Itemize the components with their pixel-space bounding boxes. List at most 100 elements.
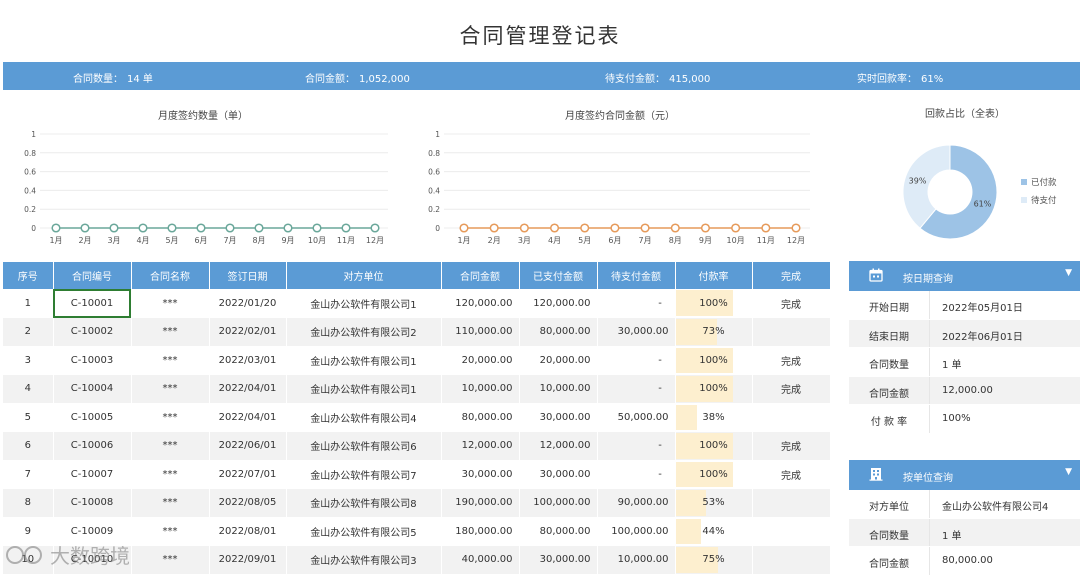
col-header-amount[interactable]: 合同金额 [441, 262, 520, 289]
cell-amount[interactable]: 40,000.00 [441, 545, 520, 575]
cell-rate[interactable]: 38% [675, 403, 753, 432]
col-header-date[interactable]: 签订日期 [209, 262, 287, 289]
cell-date[interactable]: 2022/08/01 [209, 517, 287, 546]
cell-no[interactable]: 3 [3, 346, 54, 375]
cell-party[interactable]: 金山办公软件有限公司2 [286, 317, 442, 347]
cell-done[interactable]: 完成 [752, 431, 831, 461]
cell-paid[interactable]: 80,000.00 [519, 517, 598, 546]
cell-name[interactable]: *** [131, 317, 210, 347]
cell-amount[interactable]: 180,000.00 [441, 517, 520, 546]
cell-done[interactable]: 完成 [752, 346, 831, 375]
query-value[interactable]: 80,000.00 [942, 555, 993, 566]
table-row[interactable]: 2 C-10002 *** 2022/02/01 金山办公软件有限公司2 110,000.… [3, 317, 831, 347]
cell-done[interactable] [752, 545, 831, 575]
cell-code[interactable]: C-10006 [53, 431, 132, 461]
cell-paid[interactable]: 12,000.00 [519, 431, 598, 461]
cell-amount[interactable]: 80,000.00 [441, 403, 520, 432]
cell-code[interactable]: C-10007 [53, 460, 132, 489]
table-row[interactable]: 7 C-10007 *** 2022/07/01 金山办公软件有限公司7 30,000.0… [3, 460, 831, 489]
cell-pending[interactable]: - [597, 460, 676, 489]
cell-pending[interactable]: 100,000.00 [597, 517, 676, 546]
cell-amount[interactable]: 30,000.00 [441, 460, 520, 489]
cell-party[interactable]: 金山办公软件有限公司8 [286, 488, 442, 518]
col-header-done[interactable]: 完成 [752, 262, 831, 289]
cell-name[interactable]: *** [131, 289, 210, 318]
cell-date[interactable]: 2022/07/01 [209, 460, 287, 489]
query-value[interactable]: 2022年05月01日 [942, 299, 1023, 314]
cell-done[interactable]: 完成 [752, 374, 831, 404]
cell-paid[interactable]: 80,000.00 [519, 317, 598, 347]
cell-party[interactable]: 金山办公软件有限公司4 [286, 403, 442, 432]
cell-name[interactable]: *** [131, 403, 210, 432]
cell-date[interactable]: 2022/04/01 [209, 374, 287, 404]
cell-done[interactable]: 完成 [752, 460, 831, 489]
cell-pending[interactable]: 30,000.00 [597, 317, 676, 347]
cell-done[interactable] [752, 317, 831, 347]
query-value[interactable]: 100% [942, 413, 971, 424]
cell-pending[interactable]: - [597, 431, 676, 461]
cell-party[interactable]: 金山办公软件有限公司6 [286, 431, 442, 461]
cell-rate[interactable]: 53% [675, 488, 753, 518]
cell-paid[interactable]: 10,000.00 [519, 374, 598, 404]
cell-paid[interactable]: 30,000.00 [519, 545, 598, 575]
table-row[interactable]: 8 C-10008 *** 2022/08/05 金山办公软件有限公司8 190,000.… [3, 488, 831, 518]
cell-no[interactable]: 4 [3, 374, 54, 404]
cell-pending[interactable]: - [597, 289, 676, 318]
cell-name[interactable]: *** [131, 545, 210, 575]
col-header-code[interactable]: 合同编号 [53, 262, 132, 289]
cell-name[interactable]: *** [131, 488, 210, 518]
cell-paid[interactable]: 120,000.00 [519, 289, 598, 318]
cell-no[interactable]: 8 [3, 488, 54, 518]
cell-done[interactable] [752, 488, 831, 518]
cell-party[interactable]: 金山办公软件有限公司1 [286, 289, 442, 318]
cell-done[interactable] [752, 403, 831, 432]
col-header-no[interactable]: 序号 [3, 262, 54, 289]
query-value[interactable]: 2022年06月01日 [942, 328, 1023, 343]
cell-date[interactable]: 2022/02/01 [209, 317, 287, 347]
cell-name[interactable]: *** [131, 346, 210, 375]
cell-no[interactable]: 1 [3, 289, 54, 318]
cell-name[interactable]: *** [131, 517, 210, 546]
col-header-pending[interactable]: 待支付金额 [597, 262, 676, 289]
cell-amount[interactable]: 110,000.00 [441, 317, 520, 347]
cell-party[interactable]: 金山办公软件有限公司7 [286, 460, 442, 489]
cell-paid[interactable]: 30,000.00 [519, 403, 598, 432]
dropdown-arrow-icon[interactable]: ▼ [1065, 467, 1072, 477]
cell-code[interactable]: C-10004 [53, 374, 132, 404]
cell-date[interactable]: 2022/03/01 [209, 346, 287, 375]
cell-code[interactable]: C-10001 [53, 289, 132, 318]
cell-amount[interactable]: 10,000.00 [441, 374, 520, 404]
cell-paid[interactable]: 100,000.00 [519, 488, 598, 518]
cell-done[interactable] [752, 517, 831, 546]
cell-name[interactable]: *** [131, 431, 210, 461]
cell-pending[interactable]: - [597, 346, 676, 375]
cell-rate[interactable]: 73% [675, 317, 753, 347]
cell-party[interactable]: 金山办公软件有限公司5 [286, 517, 442, 546]
cell-rate[interactable]: 44% [675, 517, 753, 546]
cell-paid[interactable]: 30,000.00 [519, 460, 598, 489]
query-value[interactable]: 金山办公软件有限公司4 [942, 498, 1048, 513]
cell-amount[interactable]: 190,000.00 [441, 488, 520, 518]
cell-no[interactable]: 6 [3, 431, 54, 461]
cell-rate[interactable]: 75% [675, 545, 753, 575]
cell-rate[interactable]: 100% [675, 346, 753, 375]
table-row[interactable]: 5 C-10005 *** 2022/04/01 金山办公软件有限公司4 80,000.0… [3, 403, 831, 432]
cell-date[interactable]: 2022/06/01 [209, 431, 287, 461]
cell-party[interactable]: 金山办公软件有限公司3 [286, 545, 442, 575]
cell-rate[interactable]: 100% [675, 374, 753, 404]
unit-query-header[interactable]: 按单位查询 ▼ [849, 460, 1080, 490]
cell-party[interactable]: 金山办公软件有限公司1 [286, 346, 442, 375]
cell-code[interactable]: C-10002 [53, 317, 132, 347]
cell-code[interactable]: C-10005 [53, 403, 132, 432]
cell-date[interactable]: 2022/04/01 [209, 403, 287, 432]
cell-pending[interactable]: 10,000.00 [597, 545, 676, 575]
cell-date[interactable]: 2022/01/20 [209, 289, 287, 318]
cell-name[interactable]: *** [131, 460, 210, 489]
cell-pending[interactable]: - [597, 374, 676, 404]
cell-pending[interactable]: 90,000.00 [597, 488, 676, 518]
cell-amount[interactable]: 12,000.00 [441, 431, 520, 461]
table-row[interactable]: 4 C-10004 *** 2022/04/01 金山办公软件有限公司1 10,000.0… [3, 374, 831, 404]
cell-party[interactable]: 金山办公软件有限公司1 [286, 374, 442, 404]
cell-paid[interactable]: 20,000.00 [519, 346, 598, 375]
cell-no[interactable]: 2 [3, 317, 54, 347]
